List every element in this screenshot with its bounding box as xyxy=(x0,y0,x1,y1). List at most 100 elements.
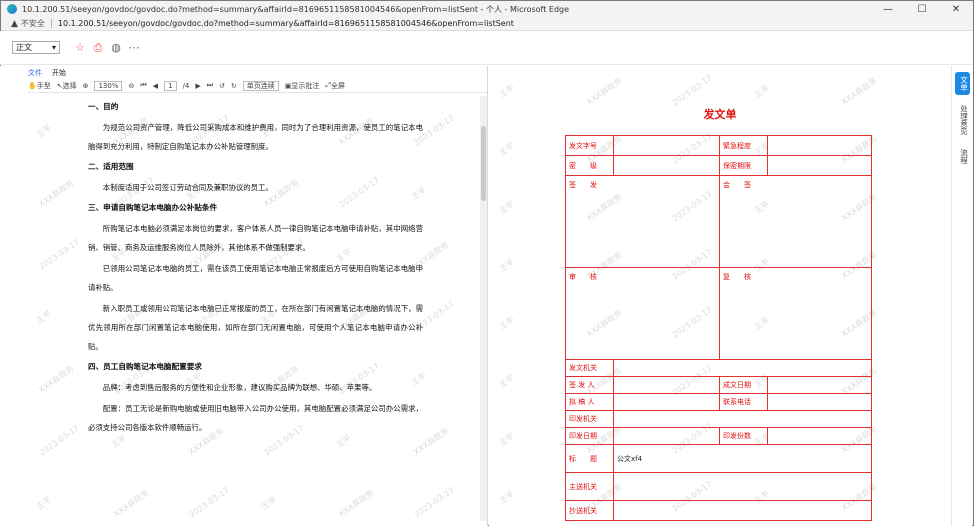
page-total: /4 xyxy=(182,81,190,90)
zoom-field[interactable]: 130% xyxy=(94,80,123,91)
fullscreen-label: 全屏 xyxy=(331,81,346,90)
watermark-text: 王平 xyxy=(497,373,517,390)
form-label: 签 发 xyxy=(569,181,597,189)
warning-icon[interactable]: ▲ xyxy=(11,19,18,29)
form-label: 成文日期 xyxy=(719,376,768,394)
last-page-button[interactable]: ⏭ xyxy=(207,81,213,90)
form-title: 发文单 xyxy=(703,108,737,121)
countersign-field[interactable]: 会 签 xyxy=(719,175,872,268)
review-field[interactable]: 审 核 xyxy=(565,267,720,360)
hand-tool[interactable]: ✋ 手型 xyxy=(28,81,51,91)
edge-logo-icon xyxy=(7,4,17,14)
print-date-field[interactable] xyxy=(613,427,720,445)
maximize-button[interactable]: ☐ xyxy=(905,1,939,17)
watermark-text: 2023-03-17 xyxy=(37,423,81,458)
zoom-out-button[interactable]: ⊖ xyxy=(128,82,134,90)
select-tool[interactable]: ↖ 选择 xyxy=(57,81,77,91)
form-label: 密 级 xyxy=(565,155,614,176)
form-label: 印发机关 xyxy=(565,410,614,428)
doc-no-field[interactable] xyxy=(613,135,720,156)
watermark-text: XXX县政务 xyxy=(840,76,879,107)
page-field[interactable]: 1 xyxy=(164,80,177,91)
first-page-button[interactable]: ⏮ xyxy=(140,81,146,90)
form-label: 印发份数 xyxy=(719,427,768,445)
paragraph: 所购笔记本电脑必须满足本岗位的要求，客户体系人员一律自购笔记本电脑申请补贴，其中… xyxy=(88,224,423,252)
pdf-scrollbar[interactable] xyxy=(480,96,487,521)
subject-field[interactable]: 公文xf4 xyxy=(613,444,872,473)
paragraph: 配置：员工无论是新购电脑或使用旧电脑带入公司办公使用，其电脑配置必须满足公司办公… xyxy=(88,404,423,432)
signer-field[interactable]: 签 发 xyxy=(565,175,720,268)
watermark-text: 2023-03-17 xyxy=(37,237,81,272)
zoom-in-button[interactable]: ⊕ xyxy=(83,82,89,90)
section-title: 一、目的 xyxy=(88,102,119,111)
watermark-text: XXX县政务 xyxy=(37,364,76,395)
preparer-field[interactable] xyxy=(613,393,720,411)
minimize-button[interactable]: — xyxy=(871,1,905,17)
watermark-text: 王平 xyxy=(34,495,54,512)
page-mode-select[interactable]: 单页连续 xyxy=(242,80,279,91)
close-button[interactable]: ✕ xyxy=(939,1,973,17)
section-title: 四、员工自购笔记本电脑配置要求 xyxy=(88,362,202,371)
main-send-field[interactable] xyxy=(613,472,872,501)
paragraph: 新入职员工或领用公司笔记本电脑已正常报废的员工，在所在部门有闲置笔记本电脑的情况… xyxy=(88,304,423,351)
show-comments-button[interactable]: ▣ 显示批注 xyxy=(285,81,320,91)
form-label: 审 核 xyxy=(569,273,597,281)
pdf-menu: 文件 开始 xyxy=(28,66,487,79)
print-copies-field[interactable] xyxy=(767,427,872,445)
urgency-field[interactable] xyxy=(767,135,872,156)
paragraph: 已领用公司笔记本电脑的员工，需在该员工使用笔记本电脑正常报废后方可使用自购笔记本… xyxy=(88,264,423,292)
form-label: 拟 稿 人 xyxy=(565,393,614,411)
watermark-text: 王平 xyxy=(497,199,517,216)
side-tabs: 文单 处理意见 流程 xyxy=(951,66,972,526)
copy-send-field[interactable] xyxy=(613,500,872,521)
print-icon[interactable]: ⎙ xyxy=(90,41,106,55)
url-text[interactable]: 10.1.200.51/seeyon/govdoc/govdoc.do?meth… xyxy=(58,19,514,28)
prev-page-button[interactable]: ◀ xyxy=(153,82,158,90)
document-page: 一、目的 为规范公司资产管理，降低公司采购成本和维护费用，同时为了合理利用资源，… xyxy=(88,96,423,521)
show-comments-label: 显示批注 xyxy=(291,81,320,90)
hand-icon: ✋ xyxy=(28,81,37,90)
insecure-label[interactable]: 不安全 xyxy=(21,18,45,29)
title-bar: 10.1.200.51/seeyon/govdoc/govdoc.do?meth… xyxy=(1,1,973,17)
print-org-field[interactable] xyxy=(613,410,872,428)
watermark-text: 王平 xyxy=(752,83,772,100)
watermark-text: 王平 xyxy=(497,315,517,332)
paragraph: 为规范公司资产管理，降低公司采购成本和维护费用，同时为了合理利用资源，使员工的笔… xyxy=(88,123,423,151)
dispatch-form-table: 发文字号 緊急程度 密 级 保密期限 签 发 会 签 审 核 复 核 发文机关 … xyxy=(565,135,872,521)
menu-start[interactable]: 开始 xyxy=(52,68,66,78)
fullscreen-button[interactable]: ⤢ 全屏 xyxy=(325,81,345,91)
next-page-button[interactable]: ▶ xyxy=(195,82,200,90)
view-select[interactable]: 正文 ▾ xyxy=(12,41,60,54)
watermark-text: 王平 xyxy=(497,431,517,448)
scrollbar-thumb[interactable] xyxy=(481,126,486,201)
rotate-right-icon[interactable]: ↻ xyxy=(231,82,237,90)
rotate-left-icon[interactable]: ↺ xyxy=(219,82,225,90)
done-date-field[interactable] xyxy=(767,376,872,394)
form-label: 发文字号 xyxy=(565,135,614,156)
form-label: 会 签 xyxy=(723,181,751,189)
favorite-star-icon[interactable]: ☆ xyxy=(72,41,88,55)
issuing-org-field[interactable] xyxy=(613,359,872,377)
form-label: 保密期限 xyxy=(719,155,768,176)
pdf-viewer: 文件 开始 ✋ 手型 ↖ 选择 ⊕ 130% ⊖ ⏮ ◀ 1 /4 ▶ ⏭ ↺ ↻ … xyxy=(28,66,488,526)
form-panel: 王平 XXX县政务 2023-03-17 王平 XXX县政务 王平 XXX县政务 2023-0… xyxy=(489,66,951,526)
comment-icon: ▣ xyxy=(284,81,292,90)
watermark-text: XXX县政务 xyxy=(37,178,76,209)
chevron-down-icon: ▾ xyxy=(51,43,56,52)
menu-file[interactable]: 文件 xyxy=(28,68,42,78)
address-bar[interactable]: ▲ 不安全 10.1.200.51/seeyon/govdoc/govdoc.d… xyxy=(1,17,973,31)
globe-icon[interactable]: ◍ xyxy=(108,41,124,55)
tab-flow[interactable]: 流程 xyxy=(955,145,970,168)
watermark-text: 王平 xyxy=(34,123,54,140)
contact-field[interactable] xyxy=(767,393,872,411)
review2-field[interactable]: 复 核 xyxy=(719,267,872,360)
tab-form[interactable]: 文单 xyxy=(954,72,970,95)
section-title: 三、申请自购笔记本电脑办公补贴条件 xyxy=(88,203,218,212)
form-label: 复 核 xyxy=(723,273,751,281)
tab-comments[interactable]: 处理意见 xyxy=(955,101,970,139)
form-label: 緊急程度 xyxy=(719,135,768,156)
drafter-field[interactable] xyxy=(613,376,720,394)
secret-period-field[interactable] xyxy=(767,155,872,176)
more-icon[interactable]: ⋯ xyxy=(126,41,142,55)
secret-field[interactable] xyxy=(613,155,720,176)
